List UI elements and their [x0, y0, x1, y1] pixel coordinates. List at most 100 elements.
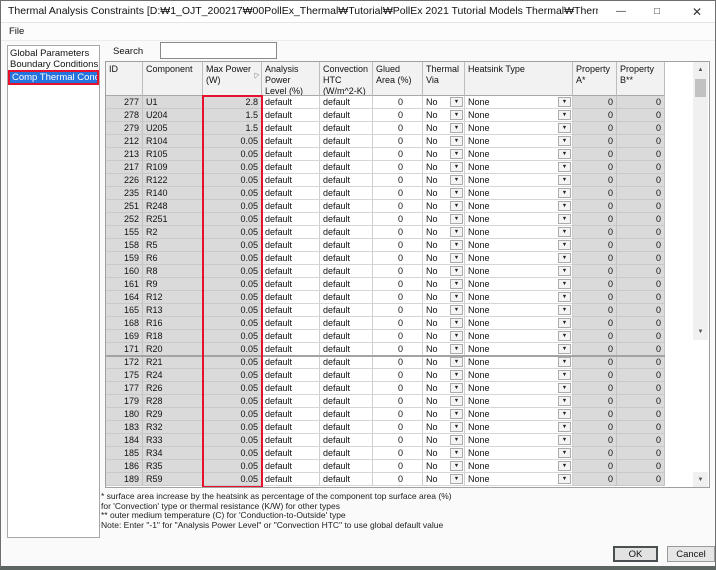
- cell-thermal-via[interactable]: No▼: [423, 200, 465, 213]
- cell-convection-htc[interactable]: default: [320, 317, 373, 330]
- menu-item-file[interactable]: File: [9, 26, 24, 37]
- thermal-via-dropdown-icon[interactable]: ▼: [450, 123, 463, 133]
- cell-thermal-via[interactable]: No▼: [423, 122, 465, 135]
- heatsink-type-dropdown-icon[interactable]: ▼: [558, 448, 571, 458]
- cell-glued-area[interactable]: 0: [373, 239, 423, 252]
- ok-button[interactable]: OK: [613, 546, 658, 562]
- cell-analysis-power-level[interactable]: default: [262, 122, 320, 135]
- cell-convection-htc[interactable]: default: [320, 213, 373, 226]
- cell-convection-htc[interactable]: default: [320, 356, 373, 369]
- thermal-via-dropdown-icon[interactable]: ▼: [450, 435, 463, 445]
- cell-analysis-power-level[interactable]: default: [262, 174, 320, 187]
- scroll-up-icon[interactable]: ▲: [693, 62, 708, 78]
- thermal-via-dropdown-icon[interactable]: ▼: [450, 149, 463, 159]
- sidebar-item-boundary-conditions[interactable]: Boundary Conditions: [8, 59, 99, 70]
- col-header-property-b[interactable]: Property B**: [617, 62, 665, 96]
- cell-glued-area[interactable]: 0: [373, 382, 423, 395]
- table-row[interactable]: 158R50.05defaultdefault0No▼None▼00: [106, 239, 665, 252]
- table-row[interactable]: 212R1040.05defaultdefault0No▼None▼00: [106, 135, 665, 148]
- maximize-icon[interactable]: □: [649, 4, 665, 20]
- table-row[interactable]: 177R260.05defaultdefault0No▼None▼00: [106, 382, 665, 395]
- cell-glued-area[interactable]: 0: [373, 265, 423, 278]
- cell-glued-area[interactable]: 0: [373, 356, 423, 369]
- cell-glued-area[interactable]: 0: [373, 213, 423, 226]
- cell-thermal-via[interactable]: No▼: [423, 421, 465, 434]
- heatsink-type-dropdown-icon[interactable]: ▼: [558, 461, 571, 471]
- cell-convection-htc[interactable]: default: [320, 291, 373, 304]
- cell-glued-area[interactable]: 0: [373, 460, 423, 473]
- heatsink-type-dropdown-icon[interactable]: ▼: [558, 227, 571, 237]
- thermal-via-dropdown-icon[interactable]: ▼: [450, 396, 463, 406]
- cell-analysis-power-level[interactable]: default: [262, 473, 320, 486]
- cell-thermal-via[interactable]: No▼: [423, 265, 465, 278]
- thermal-via-dropdown-icon[interactable]: ▼: [450, 136, 463, 146]
- cell-heatsink-type[interactable]: None▼: [465, 109, 573, 122]
- cell-convection-htc[interactable]: default: [320, 174, 373, 187]
- cell-glued-area[interactable]: 0: [373, 148, 423, 161]
- heatsink-type-dropdown-icon[interactable]: ▼: [558, 422, 571, 432]
- cell-convection-htc[interactable]: default: [320, 122, 373, 135]
- cell-analysis-power-level[interactable]: default: [262, 200, 320, 213]
- cell-glued-area[interactable]: 0: [373, 161, 423, 174]
- cell-thermal-via[interactable]: No▼: [423, 148, 465, 161]
- thermal-via-dropdown-icon[interactable]: ▼: [450, 292, 463, 302]
- cell-analysis-power-level[interactable]: default: [262, 460, 320, 473]
- thermal-via-dropdown-icon[interactable]: ▼: [450, 253, 463, 263]
- heatsink-type-dropdown-icon[interactable]: ▼: [558, 175, 571, 185]
- cell-heatsink-type[interactable]: None▼: [465, 460, 573, 473]
- cell-convection-htc[interactable]: default: [320, 135, 373, 148]
- table-row[interactable]: 251R2480.05defaultdefault0No▼None▼00: [106, 200, 665, 213]
- cell-glued-area[interactable]: 0: [373, 473, 423, 486]
- cell-glued-area[interactable]: 0: [373, 408, 423, 421]
- table-row[interactable]: 180R290.05defaultdefault0No▼None▼00: [106, 408, 665, 421]
- cell-convection-htc[interactable]: default: [320, 369, 373, 382]
- cell-glued-area[interactable]: 0: [373, 317, 423, 330]
- thermal-via-dropdown-icon[interactable]: ▼: [450, 201, 463, 211]
- table-row[interactable]: 165R130.05defaultdefault0No▼None▼00: [106, 304, 665, 317]
- cell-convection-htc[interactable]: default: [320, 395, 373, 408]
- cell-heatsink-type[interactable]: None▼: [465, 447, 573, 460]
- cell-thermal-via[interactable]: No▼: [423, 408, 465, 421]
- cell-glued-area[interactable]: 0: [373, 109, 423, 122]
- cell-heatsink-type[interactable]: None▼: [465, 317, 573, 330]
- cell-heatsink-type[interactable]: None▼: [465, 187, 573, 200]
- cell-convection-htc[interactable]: default: [320, 187, 373, 200]
- cell-glued-area[interactable]: 0: [373, 330, 423, 343]
- heatsink-type-dropdown-icon[interactable]: ▼: [558, 357, 571, 367]
- cell-thermal-via[interactable]: No▼: [423, 317, 465, 330]
- cell-heatsink-type[interactable]: None▼: [465, 395, 573, 408]
- cell-glued-area[interactable]: 0: [373, 447, 423, 460]
- cell-heatsink-type[interactable]: None▼: [465, 135, 573, 148]
- scrollbar-thumb[interactable]: [695, 79, 706, 97]
- cell-heatsink-type[interactable]: None▼: [465, 356, 573, 369]
- col-header-heatsink-type[interactable]: Heatsink Type: [465, 62, 573, 96]
- cell-glued-area[interactable]: 0: [373, 135, 423, 148]
- cell-thermal-via[interactable]: No▼: [423, 239, 465, 252]
- cell-convection-htc[interactable]: default: [320, 278, 373, 291]
- heatsink-type-dropdown-icon[interactable]: ▼: [558, 123, 571, 133]
- cell-analysis-power-level[interactable]: default: [262, 317, 320, 330]
- cell-glued-area[interactable]: 0: [373, 278, 423, 291]
- cell-analysis-power-level[interactable]: default: [262, 408, 320, 421]
- cell-heatsink-type[interactable]: None▼: [465, 122, 573, 135]
- cell-glued-area[interactable]: 0: [373, 174, 423, 187]
- heatsink-type-dropdown-icon[interactable]: ▼: [558, 214, 571, 224]
- cell-convection-htc[interactable]: default: [320, 460, 373, 473]
- col-header-analysis-power-level[interactable]: Analysis Power Level (%): [262, 62, 320, 96]
- col-header-glued-area[interactable]: Glued Area (%): [373, 62, 423, 96]
- minimize-icon[interactable]: —: [613, 4, 629, 20]
- heatsink-type-dropdown-icon[interactable]: ▼: [558, 344, 571, 354]
- cell-convection-htc[interactable]: default: [320, 252, 373, 265]
- cell-thermal-via[interactable]: No▼: [423, 252, 465, 265]
- cell-convection-htc[interactable]: default: [320, 421, 373, 434]
- cell-thermal-via[interactable]: No▼: [423, 460, 465, 473]
- cell-thermal-via[interactable]: No▼: [423, 330, 465, 343]
- cell-analysis-power-level[interactable]: default: [262, 148, 320, 161]
- heatsink-type-dropdown-icon[interactable]: ▼: [558, 240, 571, 250]
- cell-heatsink-type[interactable]: None▼: [465, 161, 573, 174]
- cell-thermal-via[interactable]: No▼: [423, 382, 465, 395]
- cell-thermal-via[interactable]: No▼: [423, 447, 465, 460]
- cell-convection-htc[interactable]: default: [320, 473, 373, 486]
- cell-analysis-power-level[interactable]: default: [262, 135, 320, 148]
- cell-convection-htc[interactable]: default: [320, 96, 373, 109]
